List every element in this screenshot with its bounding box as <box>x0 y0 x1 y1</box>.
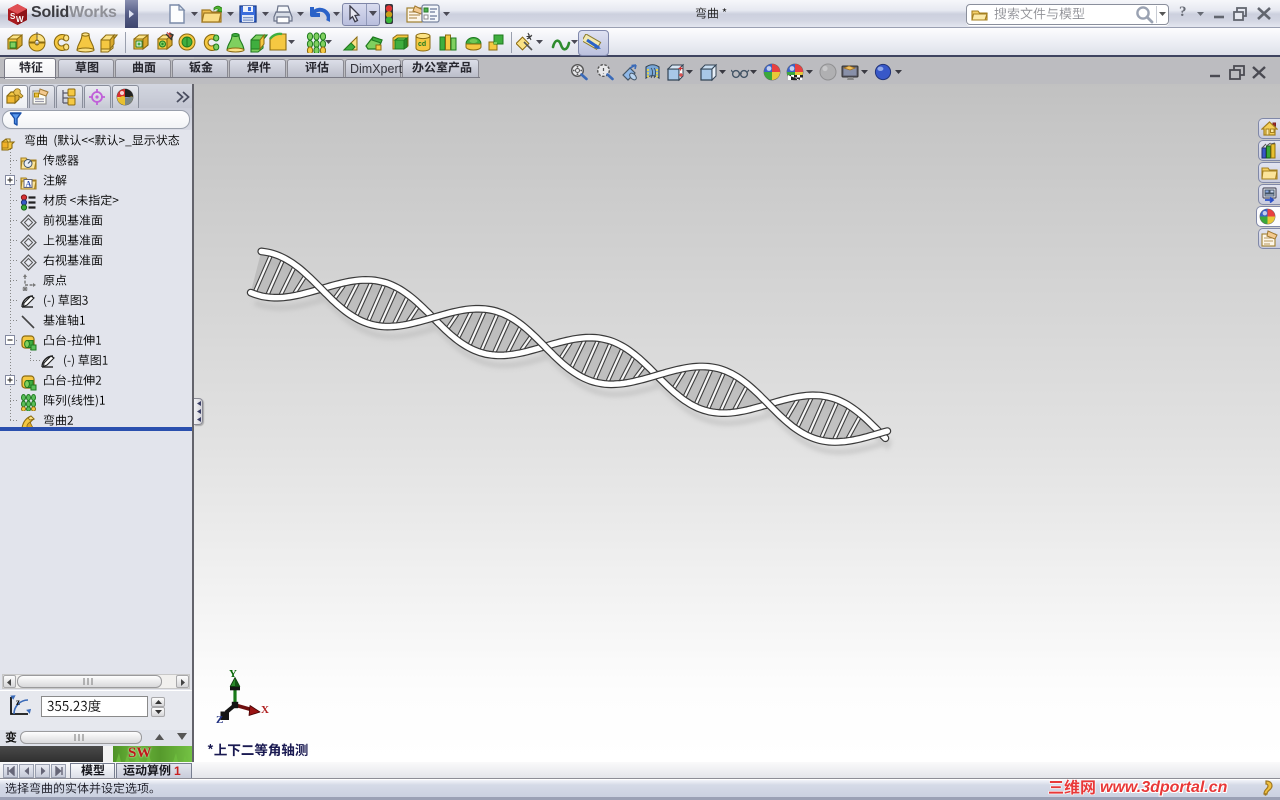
svg-text:z: z <box>16 697 20 707</box>
svg-text:cd: cd <box>418 41 426 48</box>
